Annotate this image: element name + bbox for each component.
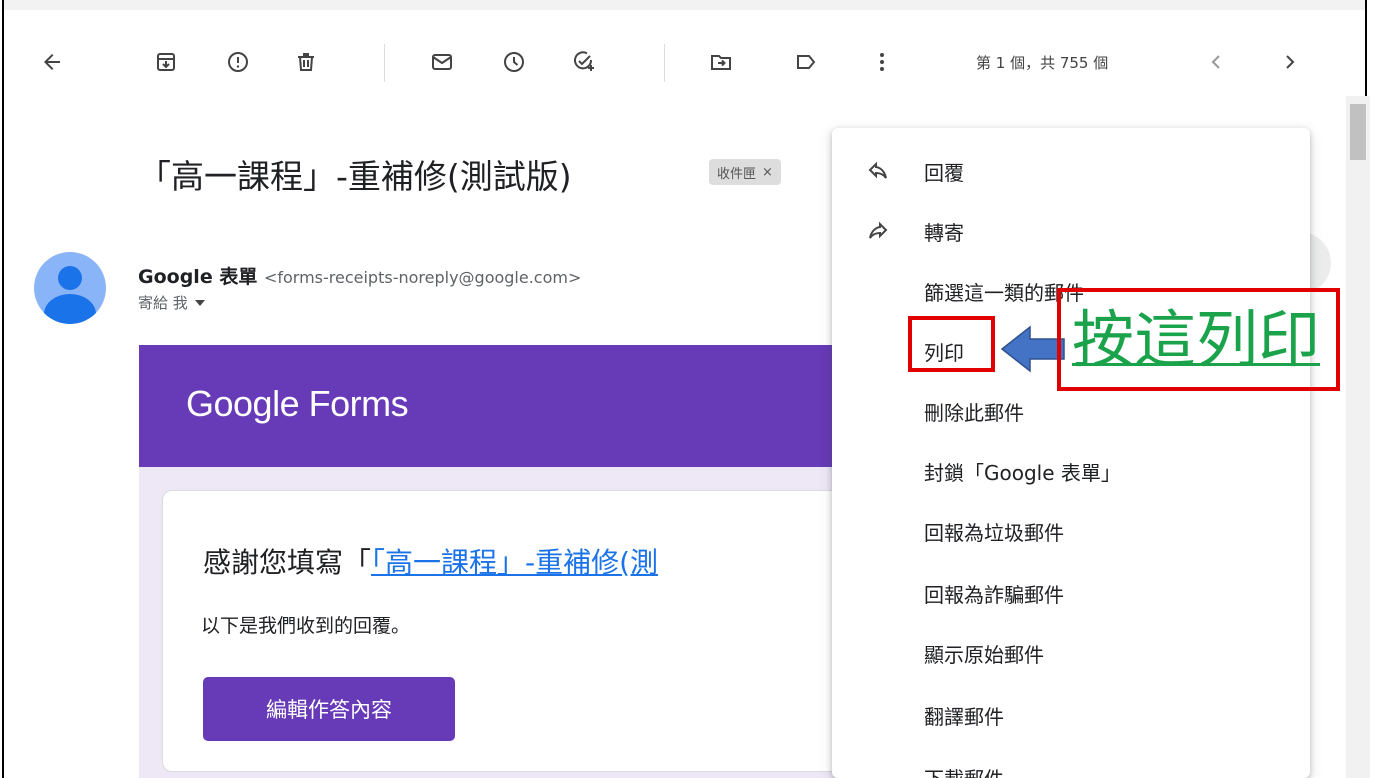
recipient-text: 寄給 我 (138, 294, 188, 312)
window-frame: 第 1 個，共 755 個 「高一課程」-重補修(測試版) 收件匣 × Goog… (2, 0, 1370, 778)
reply-icon (868, 161, 887, 179)
response-card: 感謝您填寫「「高一課程」-重補修(測 以下是我們收到的回覆。 編輯作答內容 (162, 490, 854, 772)
archive-icon[interactable] (146, 42, 186, 82)
top-edge (4, 0, 1365, 10)
sender-email: <forms-receipts-noreply@google.com> (263, 268, 582, 287)
menu-item-translate[interactable]: 翻譯郵件 (832, 690, 1310, 740)
menu-item-show-original[interactable]: 顯示原始郵件 (832, 628, 1310, 678)
menu-item-label: 翻譯郵件 (924, 704, 1004, 729)
older-chevron-icon[interactable] (1270, 42, 1310, 82)
forms-banner: Google Forms (139, 345, 839, 467)
menu-item-block-sender[interactable]: 封鎖「Google 表單」 (832, 446, 1310, 496)
back-arrow-icon[interactable] (32, 42, 72, 82)
menu-item-label: 轉寄 (924, 220, 964, 245)
label-chip-text: 收件匣 (717, 166, 757, 182)
snooze-icon[interactable] (494, 42, 534, 82)
annotation-note: 按這列印 (1072, 303, 1321, 376)
more-vert-icon[interactable] (862, 42, 902, 82)
scrollbar-thumb[interactable] (1350, 104, 1366, 160)
thanks-prefix: 感謝您填寫「 (203, 546, 372, 579)
edit-response-button[interactable]: 編輯作答內容 (203, 677, 455, 741)
more-options-menu: 回覆 轉寄 篩選這一類的郵件 列印 刪除此郵件 封鎖「Google 表單」 回報… (832, 128, 1310, 778)
menu-item-reply[interactable]: 回覆 (832, 146, 1310, 196)
email-subject: 「高一課程」-重補修(測試版) (138, 157, 572, 196)
remove-label-icon[interactable]: × (762, 165, 773, 180)
menu-item-label: 回報為詐騙郵件 (924, 582, 1064, 607)
menu-item-report-spam[interactable]: 回報為垃圾郵件 (832, 506, 1310, 556)
sender-avatar (34, 252, 106, 324)
sender-line: Google 表單 <forms-receipts-noreply@google… (138, 262, 581, 289)
newer-chevron-icon[interactable] (1196, 42, 1236, 82)
received-text: 以下是我們收到的回覆。 (201, 615, 411, 637)
menu-item-label: 回報為垃圾郵件 (924, 520, 1064, 545)
banner-title: Google Forms (186, 383, 409, 424)
label-icon[interactable] (786, 42, 826, 82)
menu-item-delete-message[interactable]: 刪除此郵件 (832, 386, 1310, 436)
menu-item-label: 回覆 (924, 160, 964, 185)
scrollbar-track[interactable] (1346, 96, 1370, 778)
sender-name: Google 表單 (138, 266, 258, 288)
menu-item-label: 下載郵件 (924, 763, 1004, 778)
menu-item-forward[interactable]: 轉寄 (832, 206, 1310, 256)
toolbar-divider (664, 44, 665, 82)
move-to-icon[interactable] (701, 42, 741, 82)
menu-item-download[interactable]: 下載郵件 (832, 752, 1310, 778)
report-spam-icon[interactable] (218, 42, 258, 82)
print-highlight-box (908, 316, 995, 372)
inbox-label-chip: 收件匣 × (709, 159, 781, 185)
form-title-link[interactable]: 「高一課程」-重補修(測 (371, 546, 658, 579)
pager-count: 第 1 個，共 755 個 (976, 54, 1109, 72)
recipient-details[interactable]: 寄給 我 (138, 292, 206, 313)
delete-icon[interactable] (286, 42, 326, 82)
caret-down-icon[interactable] (194, 299, 206, 307)
mark-unread-icon[interactable] (422, 42, 462, 82)
thanks-heading: 感謝您填寫「「高一課程」-重補修(測 (203, 541, 658, 581)
menu-item-label: 刪除此郵件 (924, 400, 1024, 425)
menu-item-label: 顯示原始郵件 (924, 642, 1044, 667)
toolbar-divider (384, 44, 385, 82)
menu-item-report-phishing[interactable]: 回報為詐騙郵件 (832, 568, 1310, 618)
forward-icon (869, 221, 888, 239)
message-toolbar: 第 1 個，共 755 個 (4, 30, 1344, 94)
add-task-icon[interactable] (564, 42, 604, 82)
menu-item-label: 封鎖「Google 表單」 (924, 460, 1121, 485)
